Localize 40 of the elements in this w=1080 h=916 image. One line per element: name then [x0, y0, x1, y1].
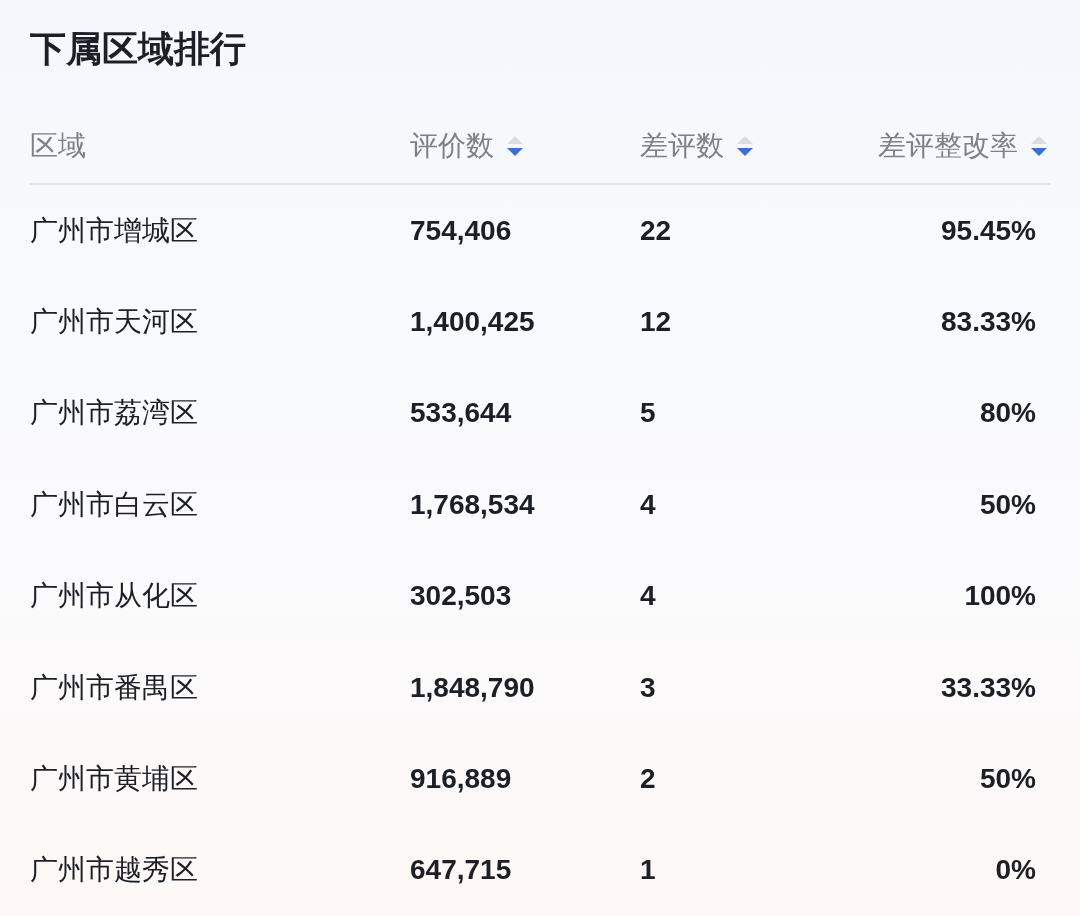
table-cell-text: 广州市增城区 — [30, 213, 198, 248]
table-cell-text: 广州市越秀区 — [30, 853, 198, 888]
table-cell-text: 100% — [964, 580, 1037, 613]
table-cell: 1 — [640, 854, 656, 887]
table-cell: 3 — [640, 671, 656, 704]
table-cell: 916,889 — [410, 763, 512, 796]
panel-title: 下属区域排行 — [30, 27, 247, 71]
table-cell: 1,848,790 — [410, 671, 535, 704]
sort-icon[interactable] — [506, 135, 524, 157]
table-cell-text: 广州市黄埔区 — [30, 762, 198, 797]
table-cell-text: 广州市白云区 — [30, 487, 198, 522]
table-cell: 754,406 — [410, 214, 512, 247]
sort-icon[interactable] — [736, 135, 754, 157]
table-cell-text: 50% — [979, 763, 1037, 796]
table-cell: 4 — [640, 488, 656, 521]
table-cell: 1,768,534 — [410, 488, 535, 521]
table-cell-text: 广州市番禺区 — [30, 670, 198, 705]
column-header[interactable]: 差评数 — [640, 127, 724, 165]
table-cell: 1,400,425 — [410, 306, 535, 339]
table-cell: 647,715 — [410, 854, 512, 887]
table-cell-text: 83.33% — [941, 306, 1037, 339]
column-header[interactable]: 评价数 — [410, 127, 494, 165]
table-cell: 12 — [640, 306, 672, 339]
table-cell: 2 — [640, 763, 656, 796]
table-cell: 5 — [640, 397, 656, 430]
table-cell-text: 0% — [995, 854, 1037, 887]
table-cell-text: 广州市从化区 — [30, 579, 198, 614]
column-header[interactable]: 差评整改率 — [878, 127, 1018, 165]
table-cell-text: 50% — [979, 488, 1037, 521]
table-cell-text: 80% — [979, 397, 1037, 430]
table-cell: 533,644 — [410, 397, 512, 430]
table-cell-text: 95.45% — [941, 214, 1037, 247]
table-cell: 22 — [640, 214, 672, 247]
table-cell-text: 广州市荔湾区 — [30, 396, 198, 431]
table-cell-text: 33.33% — [941, 671, 1037, 704]
table-cell-text: 广州市天河区 — [30, 305, 198, 340]
sort-icon[interactable] — [1030, 135, 1048, 157]
table-cell: 302,503 — [410, 580, 512, 613]
table-cell: 4 — [640, 580, 656, 613]
column-header: 区域 — [30, 129, 86, 163]
